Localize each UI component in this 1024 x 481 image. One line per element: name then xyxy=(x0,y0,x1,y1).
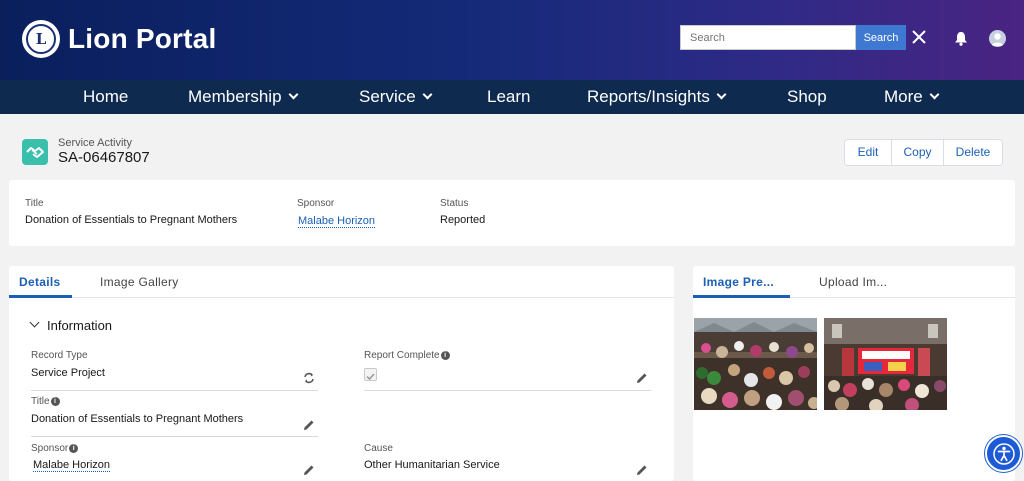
section-title: Information xyxy=(47,318,113,333)
info-icon[interactable]: i xyxy=(440,351,450,360)
image-preview-card: Image Pre... Upload Im... xyxy=(693,266,1015,481)
highlight-title-label: Title xyxy=(25,198,44,209)
report-complete-checkbox xyxy=(364,368,377,381)
info-icon[interactable]: i xyxy=(50,397,60,406)
nav-item-label: Home xyxy=(83,87,129,106)
nav-item-label: Shop xyxy=(787,87,827,106)
nav-item-label: Learn xyxy=(487,87,531,106)
highlights-panel: Title Donation of Essentials to Pregnant… xyxy=(9,180,1015,246)
record-type-value: Service Project xyxy=(31,367,105,379)
edit-button[interactable]: Edit xyxy=(845,140,891,165)
field-label-text: Record Type xyxy=(31,350,88,361)
cause-label: Cause xyxy=(364,443,393,454)
accessibility-button[interactable] xyxy=(985,435,1022,472)
information-section-toggle[interactable]: Information xyxy=(29,317,113,333)
nav-item-label: Membership xyxy=(188,87,282,106)
tab-image-gallery[interactable]: Image Gallery xyxy=(100,266,179,298)
field-divider xyxy=(31,436,318,437)
field-label-text: Title xyxy=(31,396,50,407)
edit-pencil-icon[interactable] xyxy=(303,463,315,475)
field-divider xyxy=(364,390,651,391)
highlight-sponsor-link[interactable]: Malabe Horizon xyxy=(298,215,376,228)
tab-upload-image[interactable]: Upload Im... xyxy=(819,266,887,298)
cause-value: Other Humanitarian Service xyxy=(364,459,500,471)
copy-button[interactable]: Copy xyxy=(891,140,943,165)
active-tab-indicator xyxy=(9,295,72,298)
accessibility-icon xyxy=(992,442,1015,465)
highlight-status-value: Reported xyxy=(440,214,486,226)
record-object-type: Service Activity xyxy=(58,137,132,149)
notification-bell-icon[interactable] xyxy=(954,31,968,51)
nav-item-label: More xyxy=(884,87,923,106)
image-tabs: Image Pre... Upload Im... xyxy=(693,266,1015,298)
field-label-text: Report Complete xyxy=(364,350,440,361)
gallery-photo[interactable] xyxy=(824,318,947,410)
chevron-down-icon xyxy=(288,89,298,100)
close-icon[interactable] xyxy=(912,26,926,48)
service-activity-icon xyxy=(22,139,48,165)
chevron-down-icon xyxy=(929,89,940,100)
nav-item-learn[interactable]: Learn xyxy=(487,80,530,114)
details-card: Details Image Gallery Information Record… xyxy=(9,266,674,481)
app-title: Lion Portal xyxy=(68,23,217,54)
info-icon[interactable]: i xyxy=(69,444,79,453)
tab-details[interactable]: Details xyxy=(19,266,60,298)
record-id: SA-06467807 xyxy=(58,149,150,166)
search-button[interactable]: Search xyxy=(856,25,906,50)
nav-item-label: Reports/Insights xyxy=(587,87,710,106)
field-label-text: Cause xyxy=(364,443,393,454)
nav-item-membership[interactable]: Membership xyxy=(188,80,298,114)
chevron-down-icon xyxy=(29,317,40,328)
nav-item-reports-insights[interactable]: Reports/Insights xyxy=(587,80,727,114)
edit-pencil-icon[interactable] xyxy=(636,371,648,383)
search-bar: Search xyxy=(680,25,906,50)
highlight-sponsor-label: Sponsor xyxy=(297,198,335,209)
record-actions: Edit Copy Delete xyxy=(844,139,1003,166)
highlight-status-label: Status xyxy=(440,198,469,209)
title-value: Donation of Essentials to Pregnant Mothe… xyxy=(31,413,244,425)
chevron-down-icon xyxy=(716,89,727,100)
search-input[interactable] xyxy=(680,25,856,50)
lions-emblem-letter: L xyxy=(26,24,56,54)
lion-portal-logo[interactable]: L Lion Portal xyxy=(22,20,216,58)
report-complete-label: Report Complete i xyxy=(364,350,450,361)
sponsor-link[interactable]: Malabe Horizon xyxy=(33,459,111,472)
edit-pencil-icon[interactable] xyxy=(303,418,315,430)
delete-button[interactable]: Delete xyxy=(943,140,1002,165)
gallery-photo[interactable] xyxy=(694,318,817,410)
highlight-title-value: Donation of Essentials to Pregnant Mothe… xyxy=(25,214,238,226)
nav-item-more[interactable]: More xyxy=(884,80,940,114)
field-divider xyxy=(31,390,318,391)
nav-item-shop[interactable]: Shop xyxy=(787,80,827,114)
nav-item-home[interactable]: Home xyxy=(83,80,128,114)
field-label-text: Sponsor xyxy=(31,443,69,454)
sponsor-label: Sponsor i xyxy=(31,443,79,454)
change-record-type-icon[interactable] xyxy=(303,371,315,384)
nav-item-label: Service xyxy=(359,87,416,106)
user-avatar[interactable] xyxy=(989,30,1006,47)
details-tabs: Details Image Gallery xyxy=(9,266,674,298)
nav-item-service[interactable]: Service xyxy=(359,80,433,114)
lions-emblem-icon: L xyxy=(22,20,60,58)
main-nav: Home Membership Service Learn Reports/In… xyxy=(0,80,1024,114)
edit-pencil-icon[interactable] xyxy=(636,463,648,475)
active-tab-indicator xyxy=(693,295,790,298)
title-label: Title i xyxy=(31,396,60,407)
chevron-down-icon xyxy=(422,89,433,100)
record-type-label: Record Type xyxy=(31,350,88,361)
tab-image-preview[interactable]: Image Pre... xyxy=(703,266,774,298)
site-header: L Lion Portal Search xyxy=(0,0,1024,80)
